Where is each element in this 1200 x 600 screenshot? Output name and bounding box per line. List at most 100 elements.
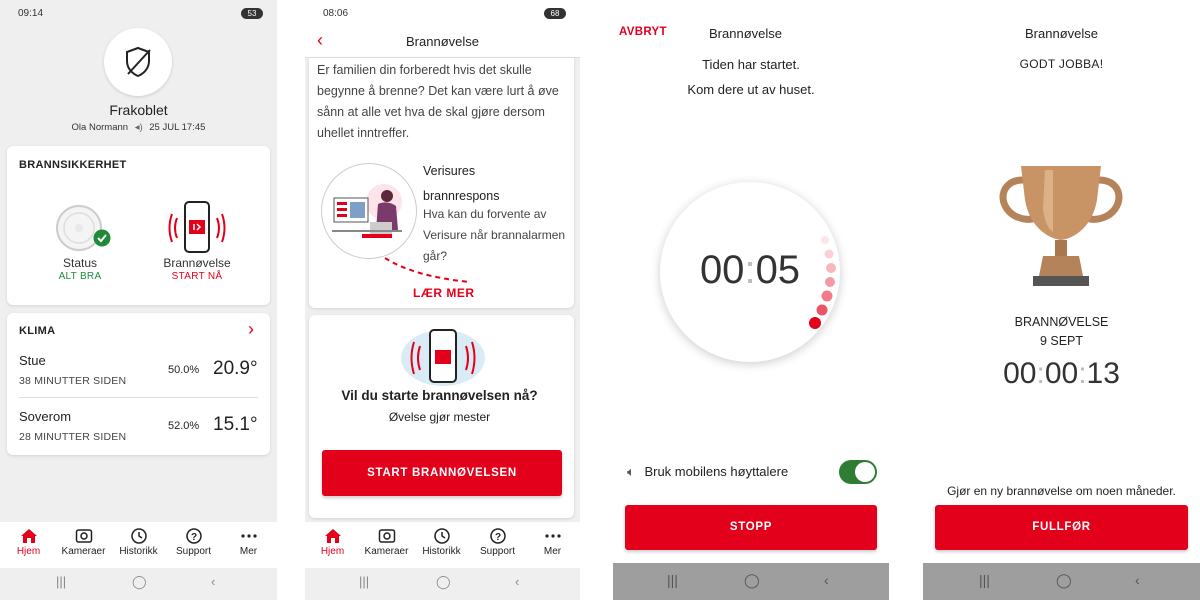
nav-history-label: Historikk	[422, 546, 461, 557]
fire-safety-title: BRANNSIKKERHET	[19, 159, 127, 171]
response-title-1: Verisures	[423, 164, 476, 178]
room-humidity: 50.0%	[168, 364, 200, 376]
nav-cameras-label: Kameraer	[364, 546, 409, 557]
duration-hours: 00	[1003, 357, 1037, 390]
back-system-icon[interactable]: ‹	[1135, 572, 1140, 588]
nav-home-label: Hjem	[320, 546, 345, 557]
recents-icon[interactable]: |||	[979, 572, 990, 588]
back-system-icon[interactable]: ‹	[824, 572, 829, 588]
recents-icon[interactable]: |||	[667, 572, 678, 588]
nav-support[interactable]: ? Support	[166, 522, 221, 557]
nav-home[interactable]: Hjem	[305, 522, 360, 557]
camera-icon	[378, 529, 395, 543]
drill-label: BRANNØVELSE	[1014, 315, 1109, 329]
timer-dial: 00:05	[660, 182, 840, 362]
chevron-right-icon[interactable]: ›	[248, 319, 254, 340]
speaker-icon: 🔈︎	[627, 464, 635, 479]
finish-button[interactable]: FULLFØR	[935, 505, 1188, 550]
timer-seconds: 05	[755, 248, 801, 292]
more-icon	[544, 534, 561, 538]
duration-colon: :	[1078, 357, 1087, 390]
clock-icon	[433, 528, 450, 544]
drill-date: 9 SEPT	[1039, 334, 1084, 348]
battery-indicator: 53	[241, 8, 263, 19]
back-system-icon[interactable]: ‹	[515, 574, 519, 589]
fire-drill-running-screen: AVBRYT Brannøvelse Tiden har startet. Ko…	[613, 0, 889, 600]
speaker-toggle[interactable]	[839, 460, 877, 484]
back-system-icon[interactable]: ‹	[211, 574, 215, 589]
nav-more[interactable]: Mer	[525, 522, 580, 557]
response-title-2: brannrespons	[423, 189, 500, 203]
nav-home[interactable]: Hjem	[1, 522, 56, 557]
stop-button[interactable]: STOPP	[625, 505, 877, 550]
person-laptop-icon	[332, 184, 402, 238]
nav-home-label: Hjem	[16, 546, 41, 557]
system-nav: ||| ◯ ‹	[923, 563, 1200, 600]
shield-off-icon	[126, 46, 151, 78]
congrats-message: GODT JOBBA!	[1019, 57, 1104, 71]
status-bar: 08:06 68	[305, 0, 580, 26]
nav-more-label: Mer	[543, 546, 562, 557]
svg-text:?: ?	[190, 532, 196, 543]
room-humidity: 52.0%	[168, 420, 200, 432]
status-time: 09:14	[18, 8, 44, 19]
svg-text:?: ?	[494, 532, 500, 543]
nav-history[interactable]: Historikk	[111, 522, 166, 557]
toggle-knob	[855, 462, 875, 482]
home-icon	[324, 529, 341, 543]
fire-safety-card: BRANNSIKKERHET Status ALT BRA Brannøvels…	[7, 146, 270, 305]
fire-drill-shortcut[interactable]	[167, 198, 227, 258]
drill-action[interactable]: START NÅ	[157, 271, 237, 282]
home-system-icon[interactable]: ◯	[436, 574, 451, 590]
phone-alarm-icon	[168, 201, 226, 253]
alarm-status-title: Frakoblet	[109, 102, 168, 118]
drill-label: Brannøvelse	[163, 256, 231, 270]
bottom-nav: Hjem Kameraer Historikk ? Support Mer	[305, 522, 580, 568]
speaker-label: Bruk mobilens høyttalere	[644, 464, 789, 479]
status-label: Status	[62, 256, 98, 270]
nav-cameras[interactable]: Kameraer	[56, 522, 111, 557]
question-icon: ?	[185, 528, 202, 544]
app-header: ‹ Brannøvelse	[305, 26, 580, 58]
page-title: Brannøvelse	[1025, 26, 1098, 41]
battery-indicator: 68	[544, 8, 566, 19]
speaker-small-icon: ◂)	[134, 122, 143, 133]
system-nav: ||| ◯ ‹	[613, 563, 889, 600]
timer-readout: 00:05	[660, 248, 840, 293]
home-system-icon[interactable]: ◯	[132, 574, 147, 590]
duration-seconds: 13	[1086, 357, 1120, 390]
nav-more-label: Mer	[239, 546, 258, 557]
room-row[interactable]: Stue 38 MINUTTER SIDEN 50.0% 20.9°	[7, 347, 270, 395]
start-drill-button[interactable]: START BRANNØVELSEN	[322, 450, 562, 496]
learn-more-link[interactable]: LÆR MER	[413, 286, 475, 300]
cancel-button[interactable]: AVBRYT	[619, 26, 667, 38]
check-badge-icon	[93, 229, 111, 247]
nav-history[interactable]: Historikk	[414, 522, 469, 557]
nav-more[interactable]: Mer	[221, 522, 276, 557]
speaker-setting: 🔈︎ Bruk mobilens høyttalere	[627, 464, 788, 480]
nav-cameras-label: Kameraer	[61, 546, 106, 557]
nav-support[interactable]: ? Support	[470, 522, 525, 557]
room-name: Soverom	[19, 409, 72, 424]
recents-icon[interactable]: |||	[56, 574, 66, 589]
drill-header: AVBRYT Brannøvelse	[613, 26, 889, 46]
bottom-nav: Hjem Kameraer Historikk ? Support Mer	[0, 522, 277, 568]
room-updated: 38 MINUTTER SIDEN	[19, 375, 127, 387]
drill-duration: 00:00:13	[923, 357, 1200, 391]
start-question: Vil du starte brannøvelsen nå?	[341, 388, 538, 403]
fire-drill-complete-screen: Brannøvelse GODT JOBBA! BRANNØVELSE 9 SE…	[923, 0, 1200, 600]
nav-history-label: Historikk	[119, 546, 158, 557]
start-question-sub: Øvelse gjør mester	[388, 410, 491, 424]
home-system-icon[interactable]: ◯	[744, 572, 760, 589]
recents-icon[interactable]: |||	[359, 574, 369, 589]
page-title: Brannøvelse	[709, 26, 782, 41]
nav-cameras[interactable]: Kameraer	[359, 522, 414, 557]
room-temperature: 15.1°	[213, 414, 258, 435]
room-row[interactable]: Soverom 28 MINUTTER SIDEN 52.0% 15.1°	[7, 403, 270, 451]
home-system-icon[interactable]: ◯	[1056, 572, 1072, 589]
home-icon	[20, 529, 37, 543]
status-value: ALT BRA	[58, 271, 102, 282]
timer-colon: :	[744, 248, 756, 292]
fire-response-illustration	[321, 163, 417, 259]
alarm-status-button[interactable]	[104, 28, 172, 96]
